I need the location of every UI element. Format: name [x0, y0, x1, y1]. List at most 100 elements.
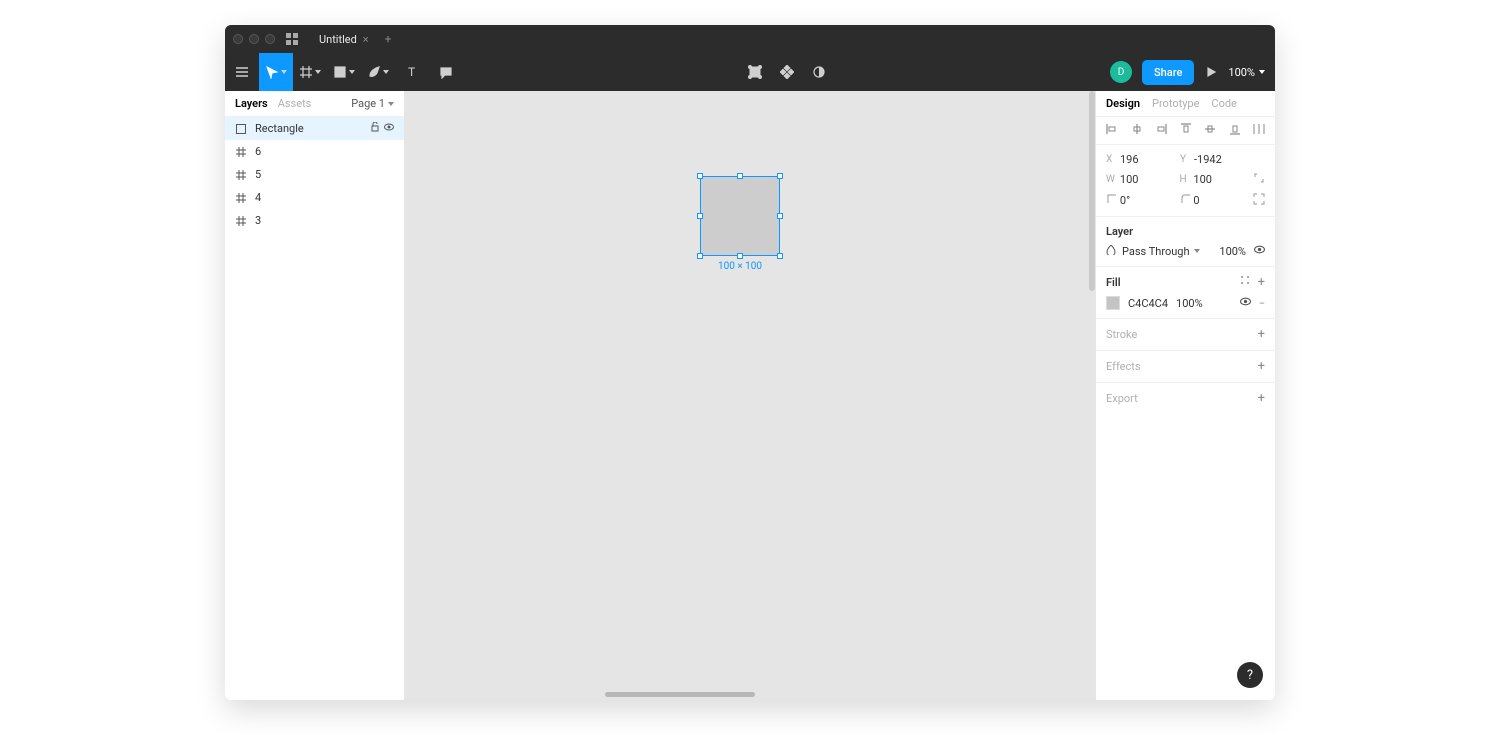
position-section: X 196 Y -1942 W 100 H 100 0° 0 [1096, 145, 1275, 217]
stroke-section: Stroke + [1096, 319, 1275, 351]
resize-handle-tm[interactable] [737, 173, 743, 179]
toolbar-center [748, 53, 826, 91]
user-avatar[interactable]: D [1110, 61, 1132, 83]
menu-icon[interactable] [225, 53, 259, 91]
layer-row-4[interactable]: 4 [225, 186, 404, 209]
w-input[interactable]: 100 [1120, 173, 1180, 186]
tab-design[interactable]: Design [1106, 97, 1140, 110]
layer-row-5[interactable]: 5 [225, 163, 404, 186]
right-panel: Design Prototype Code X 196 Y -1942 [1095, 91, 1275, 700]
selection-dimensions: 100 × 100 [700, 261, 780, 272]
pen-tool-icon[interactable] [361, 53, 395, 91]
tab-assets[interactable]: Assets [278, 97, 312, 110]
fill-visibility-icon[interactable] [1240, 296, 1251, 310]
fill-opacity-input[interactable]: 100% [1176, 297, 1203, 310]
edit-object-icon[interactable] [748, 53, 762, 91]
shape-tool-icon[interactable] [327, 53, 361, 91]
layer-section: Layer Pass Through 100% [1096, 217, 1275, 267]
x-input[interactable]: 196 [1120, 153, 1180, 166]
help-button[interactable]: ? [1237, 662, 1263, 688]
frame-tool-icon[interactable] [293, 53, 327, 91]
main-body: Layers Assets Page 1 Rectangle 6 5 [225, 91, 1275, 700]
effects-section-title: Effects [1106, 360, 1141, 373]
resize-handle-tl[interactable] [697, 173, 703, 179]
tab-prototype[interactable]: Prototype [1152, 97, 1199, 110]
add-fill-icon[interactable]: + [1258, 275, 1265, 290]
fill-hex-input[interactable]: C4C4C4 [1128, 297, 1168, 310]
present-icon[interactable] [1204, 53, 1218, 91]
close-window-icon[interactable] [233, 34, 243, 44]
rotation-input[interactable]: 0° [1120, 194, 1180, 207]
create-component-icon[interactable] [780, 53, 794, 91]
styles-icon[interactable] [1240, 275, 1250, 290]
align-right-icon[interactable] [1155, 123, 1167, 138]
resize-handle-br[interactable] [777, 253, 783, 259]
blend-icon[interactable] [1106, 245, 1116, 258]
toolbar: T D Share 100% [225, 53, 1275, 91]
minimize-window-icon[interactable] [249, 34, 259, 44]
tab-untitled[interactable]: Untitled × [311, 33, 377, 46]
visibility-icon[interactable] [384, 122, 394, 135]
unlock-icon[interactable] [370, 122, 380, 135]
resize-handle-ml[interactable] [697, 213, 703, 219]
resize-handle-mr[interactable] [777, 213, 783, 219]
layer-visibility-icon[interactable] [1254, 244, 1265, 258]
new-tab-button[interactable]: + [385, 32, 392, 46]
selected-rectangle[interactable] [700, 176, 780, 256]
h-input[interactable]: 100 [1193, 173, 1253, 186]
maximize-window-icon[interactable] [265, 34, 275, 44]
share-button[interactable]: Share [1142, 60, 1194, 85]
text-tool-icon[interactable]: T [395, 53, 429, 91]
resize-handle-bl[interactable] [697, 253, 703, 259]
vertical-scrollbar[interactable] [1089, 91, 1095, 291]
project-switcher-icon[interactable] [285, 32, 299, 46]
distribute-icon[interactable] [1253, 123, 1265, 138]
effects-section: Effects + [1096, 351, 1275, 383]
move-tool-icon[interactable] [259, 53, 293, 91]
corner-input[interactable]: 0 [1193, 194, 1253, 207]
layer-label: 6 [255, 145, 261, 158]
mask-icon[interactable] [812, 53, 826, 91]
x-label: X [1106, 154, 1120, 165]
add-export-icon[interactable]: + [1258, 391, 1265, 406]
export-section: Export + [1096, 383, 1275, 414]
toolbar-left: T [225, 53, 463, 91]
page-selector[interactable]: Page 1 [351, 97, 394, 110]
blend-mode-select[interactable]: Pass Through [1122, 245, 1200, 258]
layer-label: 3 [255, 214, 261, 227]
layer-row-rectangle[interactable]: Rectangle [225, 117, 404, 140]
h-label: H [1180, 174, 1194, 185]
add-effect-icon[interactable]: + [1258, 359, 1265, 374]
align-bottom-icon[interactable] [1229, 123, 1241, 138]
layer-row-3[interactable]: 3 [225, 209, 404, 232]
canvas[interactable]: 100 × 100 [405, 91, 1095, 700]
align-left-icon[interactable] [1106, 123, 1118, 138]
constrain-icon[interactable] [1253, 172, 1265, 187]
align-vcenter-icon[interactable] [1204, 123, 1216, 138]
frame-icon [235, 169, 247, 181]
resize-handle-tr[interactable] [777, 173, 783, 179]
tab-title: Untitled [319, 33, 357, 46]
tab-close-icon[interactable]: × [363, 33, 369, 46]
layer-opacity-input[interactable]: 100% [1219, 245, 1246, 258]
comment-tool-icon[interactable] [429, 53, 463, 91]
independent-corners-icon[interactable] [1253, 193, 1265, 208]
tab-layers[interactable]: Layers [235, 97, 268, 110]
align-hcenter-icon[interactable] [1131, 123, 1143, 138]
layer-section-title: Layer [1106, 225, 1265, 238]
titlebar: Untitled × + [225, 25, 1275, 53]
tab-code[interactable]: Code [1211, 97, 1236, 110]
remove-fill-icon[interactable]: − [1259, 297, 1265, 310]
fill-swatch[interactable] [1106, 296, 1120, 310]
fill-section-title: Fill [1106, 276, 1121, 289]
window-controls[interactable] [233, 34, 275, 44]
layer-row-6[interactable]: 6 [225, 140, 404, 163]
y-input[interactable]: -1942 [1194, 153, 1254, 166]
y-label: Y [1180, 154, 1194, 165]
horizontal-scrollbar[interactable] [605, 692, 755, 697]
add-stroke-icon[interactable]: + [1258, 327, 1265, 342]
resize-handle-bm[interactable] [737, 253, 743, 259]
zoom-select[interactable]: 100% [1228, 66, 1265, 79]
rectangle-icon [235, 123, 247, 135]
align-top-icon[interactable] [1180, 123, 1192, 138]
